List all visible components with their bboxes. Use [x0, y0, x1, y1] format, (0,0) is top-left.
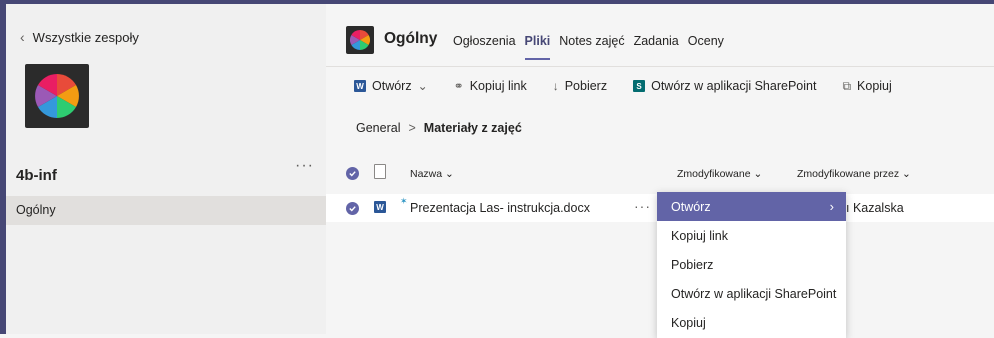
breadcrumb-root[interactable]: General — [356, 121, 400, 135]
channel-label: Ogólny — [16, 203, 56, 217]
team-sidebar: ‹ Wszystkie zespoły 4b-inf ··· Ogólny — [6, 4, 326, 334]
tab-oceny[interactable]: Oceny — [688, 34, 724, 60]
open-sharepoint-label: Otwórz w aplikacji SharePoint — [651, 79, 817, 93]
breadcrumb-separator: > — [408, 121, 416, 135]
file-list-header: Nazwa ⌄ Zmodyfikowane ⌄ Zmodyfikowane pr… — [326, 161, 994, 187]
file-name[interactable]: Prezentacja Las- instrukcja.docx — [410, 201, 590, 215]
channel-item-ogolny[interactable]: Ogólny — [6, 196, 326, 225]
open-label: Otwórz — [372, 79, 412, 93]
context-menu: Otwórz › Kopiuj link Pobierz Otwórz w ap… — [657, 192, 846, 338]
column-header-modified-by[interactable]: Zmodyfikowane przez ⌄ — [797, 168, 911, 180]
download-button[interactable]: ↓ Pobierz — [553, 79, 607, 93]
sync-icon: ✶ — [400, 196, 408, 206]
menu-item-copy-link[interactable]: Kopiuj link — [657, 221, 846, 250]
modified-by: ı Kazalska — [846, 201, 904, 215]
menu-item-open[interactable]: Otwórz › — [657, 192, 846, 221]
column-header-name[interactable]: Nazwa ⌄ — [410, 168, 454, 180]
copy-label: Kopiuj — [857, 79, 892, 93]
check-icon — [349, 206, 356, 212]
pie-logo-icon — [350, 30, 370, 50]
link-icon: ⚭ — [453, 79, 464, 93]
tab-ogloszenia[interactable]: Ogłoszenia — [453, 34, 516, 60]
chevron-down-icon: ⌄ — [417, 79, 428, 93]
channel-content: Ogólny Ogłoszenia Pliki Notes zajęć Zada… — [326, 4, 994, 338]
tab-zadania[interactable]: Zadania — [634, 34, 679, 60]
menu-item-open-sharepoint[interactable]: Otwórz w aplikacji SharePoint — [657, 279, 846, 308]
team-logo — [25, 64, 89, 128]
word-icon: W — [374, 201, 386, 213]
copy-link-button[interactable]: ⚭ Kopiuj link — [454, 79, 527, 93]
team-name: 4b-inf — [16, 167, 57, 184]
channel-tabs: Ogłoszenia Pliki Notes zajęć Zadania Oce… — [453, 34, 724, 60]
word-icon: W — [354, 80, 366, 92]
chevron-down-icon: ⌄ — [902, 168, 911, 180]
channel-title: Ogólny — [384, 30, 438, 47]
channel-logo — [346, 26, 374, 54]
row-checkbox[interactable] — [346, 202, 359, 215]
download-icon: ↓ — [552, 79, 559, 93]
copy-icon: ⧉ — [842, 78, 852, 93]
tab-notes-zajec[interactable]: Notes zajęć — [559, 34, 624, 60]
copy-link-label: Kopiuj link — [469, 79, 527, 93]
menu-item-download[interactable]: Pobierz — [657, 250, 846, 279]
breadcrumb: General > Materiały z zajęć — [356, 121, 522, 135]
pie-logo-icon — [35, 74, 79, 118]
open-button[interactable]: W Otwórz ⌄ — [354, 79, 428, 93]
sharepoint-icon: S — [633, 80, 646, 92]
files-toolbar: W Otwórz ⌄ ⚭ Kopiuj link ↓ Pobierz S Otw… — [326, 67, 994, 105]
chevron-down-icon: ⌄ — [753, 168, 763, 180]
select-all-checkbox[interactable] — [346, 167, 359, 180]
check-icon — [349, 171, 356, 177]
breadcrumb-current: Materiały z zajęć — [423, 121, 522, 135]
tab-pliki[interactable]: Pliki — [525, 34, 551, 60]
chevron-left-icon: ‹ — [20, 29, 25, 45]
back-to-teams-link[interactable]: ‹ Wszystkie zespoły — [20, 29, 139, 45]
file-type-icon — [374, 164, 386, 179]
team-more-options-button[interactable]: ··· — [295, 157, 314, 175]
download-label: Pobierz — [564, 79, 608, 93]
column-header-modified[interactable]: Zmodyfikowane ⌄ — [677, 168, 762, 180]
menu-item-copy[interactable]: Kopiuj — [657, 308, 846, 337]
channel-header: Ogólny Ogłoszenia Pliki Notes zajęć Zada… — [326, 4, 994, 67]
row-more-button[interactable]: ··· — [634, 198, 651, 214]
chevron-down-icon: ⌄ — [445, 168, 454, 180]
copy-button[interactable]: ⧉ Kopiuj — [842, 79, 891, 94]
chevron-right-icon: › — [829, 199, 834, 214]
open-sharepoint-button[interactable]: S Otwórz w aplikacji SharePoint — [633, 79, 816, 93]
back-label: Wszystkie zespoły — [32, 29, 139, 45]
